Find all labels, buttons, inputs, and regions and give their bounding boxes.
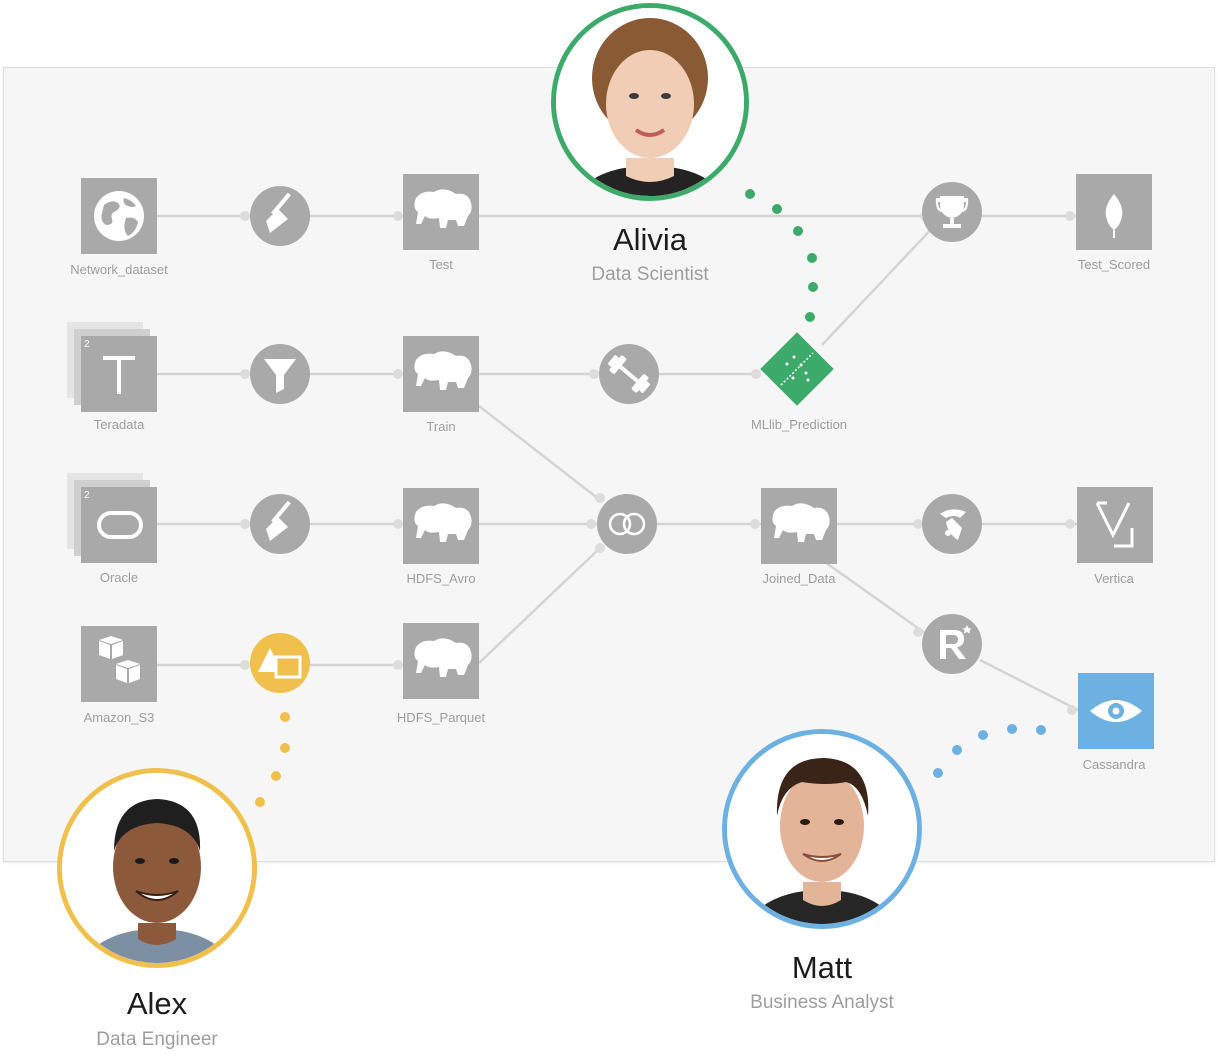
node-label: Teradata: [94, 417, 145, 432]
dataset-joined-data[interactable]: Joined_Data: [761, 488, 837, 586]
dataset-test[interactable]: Test: [403, 174, 479, 272]
avatar: [551, 3, 749, 201]
node-label: Test_Scored: [1078, 257, 1150, 272]
globe-icon: [94, 191, 144, 241]
recipe-filter[interactable]: [250, 344, 310, 404]
avatar-portrait: [62, 773, 252, 963]
dataset-hdfs-avro[interactable]: HDFS_Avro: [403, 488, 479, 586]
node-label: HDFS_Parquet: [397, 710, 486, 725]
recipe-evaluate[interactable]: [922, 182, 982, 242]
node-label: Amazon_S3: [84, 710, 155, 725]
dataset-cassandra[interactable]: Cassandra: [1078, 673, 1154, 772]
node-label: Test: [429, 257, 453, 272]
recipe-sync[interactable]: [250, 633, 310, 693]
dataset-network[interactable]: Network_dataset: [70, 178, 168, 277]
dataset-hdfs-parquet[interactable]: HDFS_Parquet: [397, 623, 486, 725]
person-name: Alivia: [612, 222, 688, 257]
dataset-vertica[interactable]: Vertica: [1077, 487, 1153, 586]
recipe-clean[interactable]: [250, 186, 310, 246]
person-role: Data Scientist: [591, 264, 709, 285]
dataset-oracle[interactable]: 2 Oracle: [67, 473, 157, 585]
node-label: MLlib_Prediction: [751, 417, 847, 432]
avatar: [722, 729, 922, 929]
node-label: Train: [426, 419, 455, 434]
recipe-join[interactable]: [597, 494, 657, 554]
avatar-portrait: [727, 734, 917, 924]
recipe-python[interactable]: [922, 494, 982, 554]
person-name: Alex: [126, 986, 188, 1021]
avatar-portrait: [556, 8, 744, 196]
node-label: Cassandra: [1083, 757, 1147, 772]
matt-connector: [933, 724, 1046, 778]
dataset-amazon-s3[interactable]: Amazon_S3: [81, 626, 157, 725]
stack-count-badge: 2: [84, 490, 90, 501]
dataset-teradata[interactable]: 2 Teradata: [67, 322, 157, 432]
person-role: Data Engineer: [96, 1029, 218, 1050]
person-name: Matt: [791, 950, 853, 985]
dataset-train[interactable]: Train: [403, 336, 479, 434]
node-label: Vertica: [1094, 571, 1135, 586]
model-mllib-prediction[interactable]: MLlib_Prediction: [751, 332, 847, 432]
alex-connector: [255, 712, 290, 807]
node-label: Oracle: [100, 570, 138, 585]
person-role: Business Analyst: [750, 992, 894, 1013]
node-label: Joined_Data: [763, 571, 837, 586]
stack-count-badge: 2: [84, 339, 90, 350]
avatar: [57, 768, 257, 968]
recipe-clean-2[interactable]: [250, 494, 310, 554]
dataset-test-scored[interactable]: Test_Scored: [1076, 174, 1152, 272]
node-label: HDFS_Avro: [406, 571, 475, 586]
recipe-r[interactable]: [922, 614, 982, 674]
node-label: Network_dataset: [70, 262, 168, 277]
recipe-train-model[interactable]: [599, 344, 659, 404]
